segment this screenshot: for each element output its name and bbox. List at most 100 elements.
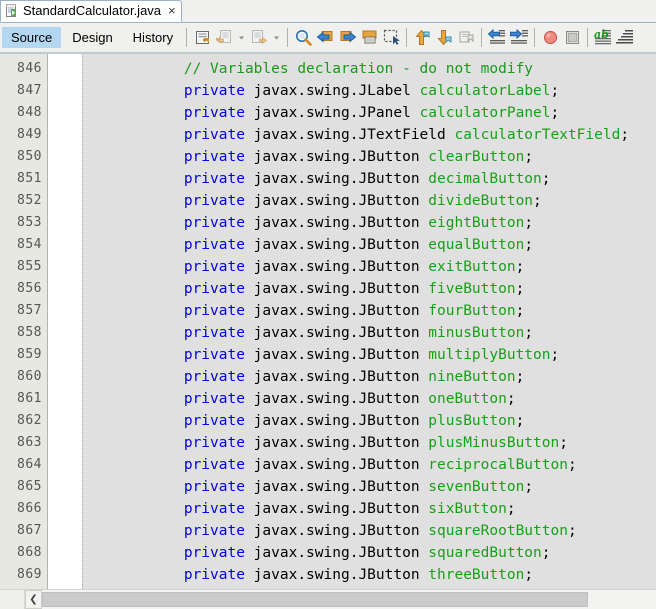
- code-token: javax.swing.JButton: [244, 237, 429, 253]
- code-token: private: [183, 457, 245, 473]
- glyph-margin[interactable]: [48, 54, 82, 589]
- tab-design[interactable]: Design: [63, 27, 121, 48]
- code-line[interactable]: private javax.swing.JButton minusButton;: [83, 322, 656, 344]
- toggle-bookmark-button[interactable]: [455, 27, 477, 49]
- code-token: // Variables declaration - do not modify: [183, 61, 534, 77]
- last-edit-back-button[interactable]: [213, 27, 235, 49]
- code-token: javax.swing.JButton: [244, 193, 429, 209]
- document-tab-standardcalculator[interactable]: StandardCalculator.java ×: [0, 0, 182, 22]
- code-line[interactable]: private javax.swing.JButton fourButton;: [83, 300, 656, 322]
- code-token: private: [183, 105, 245, 121]
- code-line[interactable]: private javax.swing.JTextField calculato…: [83, 124, 656, 146]
- next-bookmark-button[interactable]: [433, 27, 455, 49]
- source-editor[interactable]: 846 847 848 849 850 851 852 853 854 855 856 857 858 8…: [0, 53, 656, 589]
- code-token: ;: [550, 347, 560, 363]
- last-edit-back-dropdown[interactable]: [235, 27, 248, 49]
- code-line[interactable]: private javax.swing.JButton fiveButton;: [83, 278, 656, 300]
- code-line[interactable]: private javax.swing.JButton sixButton;: [83, 498, 656, 520]
- code-token: private: [183, 259, 245, 275]
- line-number: 869: [17, 567, 42, 582]
- find-next-button[interactable]: [336, 27, 358, 49]
- code-token: private: [183, 83, 245, 99]
- editor-toolbar: Source Design History ab: [0, 23, 656, 53]
- find-previous-button[interactable]: [314, 27, 336, 49]
- line-number-gutter[interactable]: 846 847 848 849 850 851 852 853 854 855 856 857 858 8…: [0, 54, 48, 589]
- code-token: nineButton: [428, 369, 516, 385]
- code-line[interactable]: private javax.swing.JButton multiplyButt…: [83, 344, 656, 366]
- scroll-left-button[interactable]: ❮: [25, 590, 42, 609]
- code-line[interactable]: private javax.swing.JButton squareRootBu…: [83, 520, 656, 542]
- shift-left-button[interactable]: [486, 27, 508, 49]
- code-line[interactable]: private javax.swing.JButton oneButton;: [83, 388, 656, 410]
- horizontal-scrollbar-track[interactable]: [42, 590, 656, 609]
- code-token: ;: [515, 259, 525, 275]
- check-comments-button[interactable]: ab: [592, 27, 614, 49]
- code-token: javax.swing.JButton: [244, 545, 429, 561]
- code-line[interactable]: private javax.swing.JButton eightButton;: [83, 212, 656, 234]
- code-line[interactable]: private javax.swing.JLabel calculatorLab…: [83, 80, 656, 102]
- horizontal-scrollbar-row: ❮: [0, 589, 656, 609]
- code-line[interactable]: private javax.swing.JButton plusButton;: [83, 410, 656, 432]
- java-file-icon: [5, 4, 19, 18]
- code-token: private: [183, 215, 245, 231]
- document-tab-title: StandardCalculator.java: [23, 3, 162, 18]
- toggle-rectangular-selection-button[interactable]: [191, 27, 213, 49]
- code-line[interactable]: private javax.swing.JPanel calculatorPan…: [83, 102, 656, 124]
- tab-source[interactable]: Source: [2, 27, 62, 48]
- horizontal-scrollbar-thumb[interactable]: [42, 592, 589, 607]
- toolbar-separator: [481, 28, 483, 47]
- code-line[interactable]: private javax.swing.JButton reciprocalBu…: [83, 454, 656, 476]
- line-number: 859: [17, 347, 42, 362]
- code-line[interactable]: private javax.swing.JButton plusMinusBut…: [83, 432, 656, 454]
- code-token: private: [183, 325, 245, 341]
- previous-bookmark-button[interactable]: [411, 27, 433, 49]
- rect-select-icon[interactable]: [380, 27, 402, 49]
- find-selection-button[interactable]: [292, 27, 314, 49]
- line-number: 849: [17, 127, 42, 142]
- code-line[interactable]: private javax.swing.JButton threeButton;: [83, 564, 656, 586]
- code-line[interactable]: private javax.swing.JButton clearButton;: [83, 146, 656, 168]
- tab-history[interactable]: History: [124, 27, 182, 48]
- toggle-highlight-button[interactable]: [358, 27, 380, 49]
- scrollbar-corner: [0, 590, 25, 609]
- code-token: clearButton: [428, 149, 525, 165]
- code-token: ;: [524, 567, 534, 583]
- code-token: ;: [533, 193, 542, 209]
- code-token: javax.swing.JTextField: [244, 127, 455, 143]
- code-token: multiplyButton: [428, 347, 551, 363]
- last-edit-forward-dropdown[interactable]: [270, 27, 283, 49]
- toggle-breakpoint-button[interactable]: [539, 27, 561, 49]
- code-token: plusMinusButton: [428, 435, 560, 451]
- code-line[interactable]: // Variables declaration - do not modify: [83, 58, 656, 80]
- code-token: fiveButton: [428, 281, 516, 297]
- code-line[interactable]: private javax.swing.JButton decimalButto…: [83, 168, 656, 190]
- code-line[interactable]: private javax.swing.JButton equalButton;: [83, 234, 656, 256]
- code-token: private: [183, 479, 245, 495]
- code-line[interactable]: private javax.swing.JButton sevenButton;: [83, 476, 656, 498]
- code-token: javax.swing.JButton: [244, 501, 429, 517]
- code-token: ;: [559, 435, 568, 451]
- code-token: javax.swing.JButton: [244, 479, 429, 495]
- last-edit-forward-button[interactable]: [248, 27, 270, 49]
- code-line[interactable]: private javax.swing.JButton exitButton;: [83, 256, 656, 278]
- code-token: oneButton: [428, 391, 507, 407]
- code-text-area[interactable]: // Variables declaration - do not modify…: [82, 54, 656, 589]
- code-line[interactable]: private javax.swing.JButton nineButton;: [83, 366, 656, 388]
- code-line[interactable]: private javax.swing.JButton divideButton…: [83, 190, 656, 212]
- code-token: javax.swing.JButton: [244, 567, 429, 583]
- format-button[interactable]: [614, 27, 636, 49]
- shift-right-button[interactable]: [508, 27, 530, 49]
- stop-button[interactable]: [561, 27, 583, 49]
- code-line[interactable]: private javax.swing.JButton squaredButto…: [83, 542, 656, 564]
- code-token: javax.swing.JButton: [244, 347, 429, 363]
- code-token: private: [183, 523, 245, 539]
- code-token: equalButton: [428, 237, 525, 253]
- close-icon[interactable]: ×: [168, 4, 176, 17]
